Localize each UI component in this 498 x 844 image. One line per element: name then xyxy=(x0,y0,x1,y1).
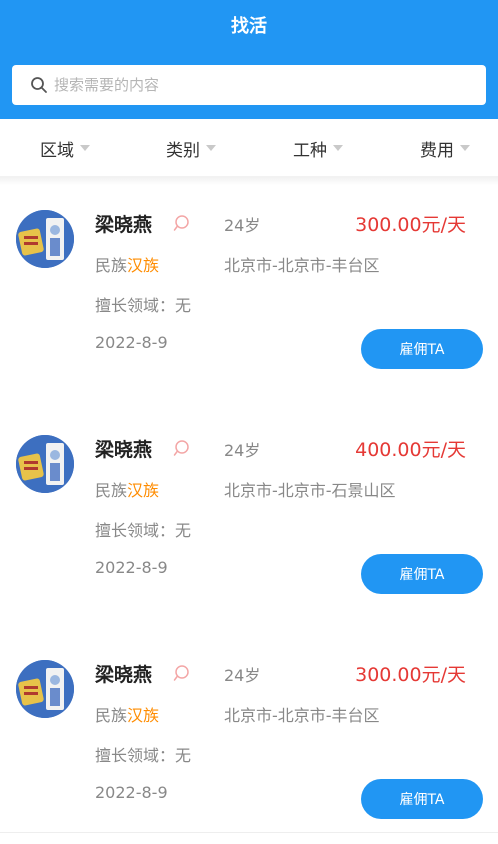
worker-age: 24岁 xyxy=(224,216,261,235)
filter-trade[interactable]: 工种 xyxy=(293,119,343,177)
ethnicity: 民族汉族 xyxy=(95,477,159,501)
caret-down-icon xyxy=(80,145,90,151)
filter-label: 工种 xyxy=(293,140,327,161)
worker-name: 梁晓燕 xyxy=(95,214,153,236)
ethnicity-label: 民族 xyxy=(95,706,128,725)
hire-button[interactable]: 雇佣TA xyxy=(361,779,483,819)
filter-cost[interactable]: 费用 xyxy=(420,119,470,177)
caret-down-icon xyxy=(206,145,216,151)
hire-button[interactable]: 雇佣TA xyxy=(361,329,483,369)
worker-name: 梁晓燕 xyxy=(95,439,153,461)
search-box[interactable] xyxy=(12,65,486,105)
worker-location: 北京市-北京市-石景山区 xyxy=(224,481,396,500)
filter-region[interactable]: 区域 xyxy=(40,119,90,177)
worker-name: 梁晓燕 xyxy=(95,664,153,686)
post-date: 2022-8-9 xyxy=(95,783,168,802)
filter-label: 费用 xyxy=(420,140,454,161)
filter-label: 类别 xyxy=(166,140,200,161)
search-icon xyxy=(31,77,47,93)
worker-location: 北京市-北京市-丰台区 xyxy=(224,256,380,275)
ethnicity-label: 民族 xyxy=(95,256,128,275)
worker-card[interactable]: 梁晓燕 24岁 400.00元/天 民族汉族 北京市-北京市-石景山区 擅长领域… xyxy=(0,405,498,630)
ethnicity-value: 汉族 xyxy=(127,481,160,500)
hire-button[interactable]: 雇佣TA xyxy=(361,554,483,594)
ethnicity: 民族汉族 xyxy=(95,702,159,726)
worker-card[interactable]: 梁晓燕 24岁 300.00元/天 民族汉族 北京市-北京市-丰台区 擅长领域：… xyxy=(0,180,498,405)
worker-skill: 擅长领域：无 xyxy=(95,746,192,765)
avatar xyxy=(16,660,74,718)
worker-skill: 擅长领域：无 xyxy=(95,296,192,315)
chat-bubble-icon[interactable] xyxy=(172,214,190,232)
avatar xyxy=(16,210,74,268)
search-input[interactable] xyxy=(54,65,474,105)
avatar-image xyxy=(16,435,74,493)
top-app-bar: 找活 xyxy=(0,0,498,119)
avatar-image xyxy=(16,660,74,718)
daily-rate: 300.00元/天 xyxy=(355,664,466,686)
ethnicity-value: 汉族 xyxy=(127,256,160,275)
worker-age: 24岁 xyxy=(224,441,261,460)
avatar xyxy=(16,435,74,493)
ethnicity-value: 汉族 xyxy=(127,706,160,725)
worker-age: 24岁 xyxy=(224,666,261,685)
daily-rate: 400.00元/天 xyxy=(355,439,466,461)
daily-rate: 300.00元/天 xyxy=(355,214,466,236)
filter-category[interactable]: 类别 xyxy=(166,119,216,177)
post-date: 2022-8-9 xyxy=(95,333,168,352)
caret-down-icon xyxy=(333,145,343,151)
filter-label: 区域 xyxy=(40,140,74,161)
ethnicity: 民族汉族 xyxy=(95,252,159,276)
chat-bubble-icon[interactable] xyxy=(172,439,190,457)
page-title: 找活 xyxy=(231,16,267,37)
post-date: 2022-8-9 xyxy=(95,558,168,577)
caret-down-icon xyxy=(460,145,470,151)
worker-card[interactable]: 梁晓燕 24岁 300.00元/天 民族汉族 北京市-北京市-丰台区 擅长领域：… xyxy=(0,630,498,844)
ethnicity-label: 民族 xyxy=(95,481,128,500)
filter-bar: 区域 类别 工种 费用 xyxy=(0,119,498,177)
worker-skill: 擅长领域：无 xyxy=(95,521,192,540)
worker-location: 北京市-北京市-丰台区 xyxy=(224,706,380,725)
avatar-image xyxy=(16,210,74,268)
chat-bubble-icon[interactable] xyxy=(172,664,190,682)
divider xyxy=(0,832,498,833)
